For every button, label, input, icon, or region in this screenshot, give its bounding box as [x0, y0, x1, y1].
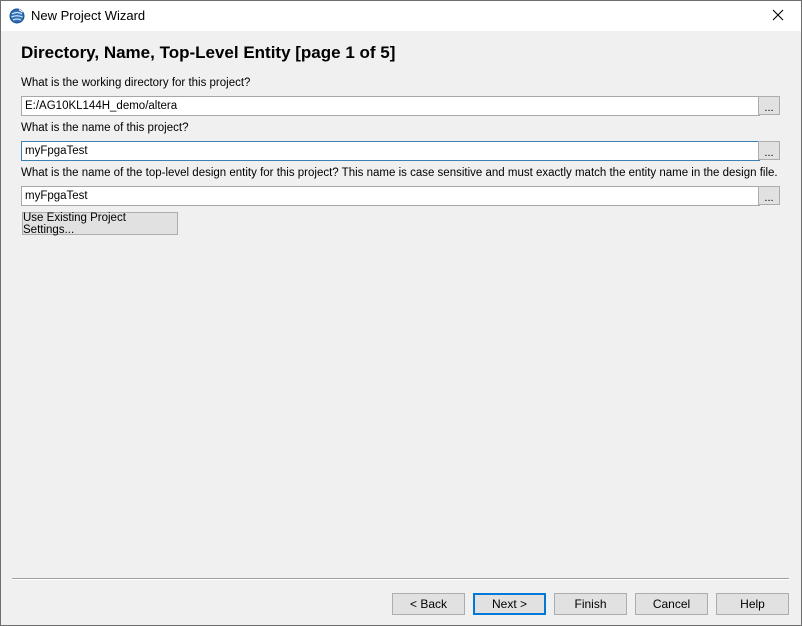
wizard-content: Directory, Name, Top-Level Entity [page …: [1, 31, 801, 625]
page-title: Directory, Name, Top-Level Entity [page …: [21, 43, 396, 62]
browse-top-level-entity-button[interactable]: ...: [758, 186, 780, 205]
use-existing-project-settings-button[interactable]: Use Existing Project Settings...: [22, 212, 178, 236]
help-button[interactable]: Help: [716, 593, 789, 615]
browse-directory-button[interactable]: ...: [758, 96, 780, 115]
finish-button[interactable]: Finish: [554, 593, 627, 615]
working-directory-label: What is the working directory for this p…: [21, 77, 251, 89]
footer-separator: [12, 578, 789, 580]
close-button[interactable]: [755, 1, 801, 31]
quartus-globe-icon: [9, 8, 25, 24]
project-name-input[interactable]: [21, 141, 760, 161]
close-icon: [772, 9, 784, 24]
project-name-label: What is the name of this project?: [21, 122, 189, 134]
working-directory-input[interactable]: [21, 96, 760, 116]
top-level-entity-label: What is the name of the top-level design…: [21, 167, 778, 179]
back-button[interactable]: < Back: [392, 593, 465, 615]
browse-project-name-button[interactable]: ...: [758, 141, 780, 160]
cancel-button[interactable]: Cancel: [635, 593, 708, 615]
title-bar: New Project Wizard: [1, 1, 801, 31]
new-project-wizard-window: New Project Wizard Directory, Name, Top-…: [0, 0, 802, 626]
top-level-entity-input[interactable]: [21, 186, 760, 206]
next-button[interactable]: Next >: [473, 593, 546, 615]
window-title: New Project Wizard: [31, 8, 146, 23]
